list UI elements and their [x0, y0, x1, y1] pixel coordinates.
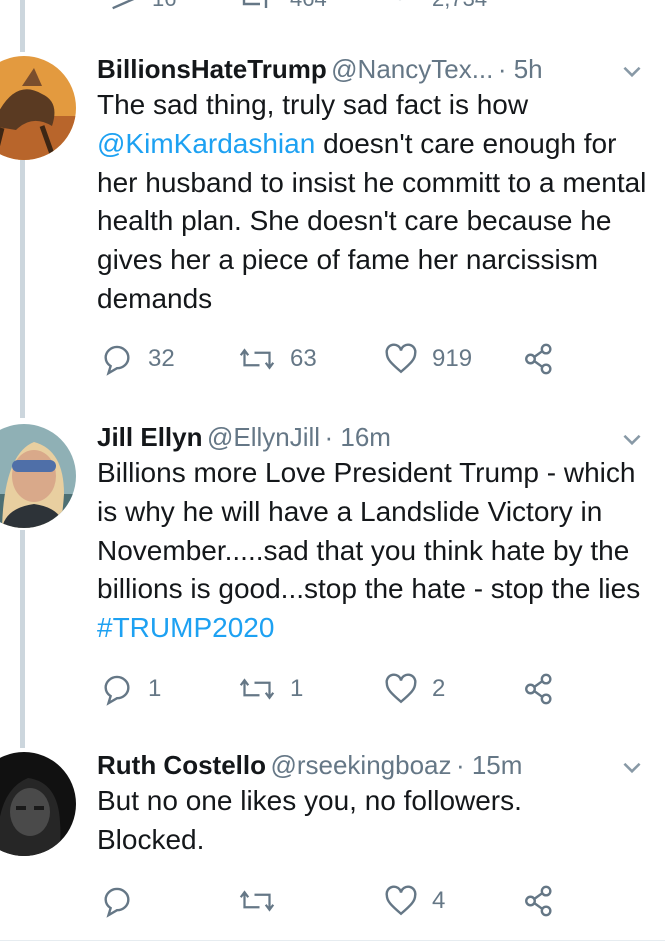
chevron-down-icon[interactable]: [619, 58, 645, 84]
display-name[interactable]: BillionsHateTrump: [97, 54, 327, 84]
retweet-button[interactable]: [238, 884, 290, 918]
retweet-icon: [238, 344, 276, 374]
tweet[interactable]: Ruth Costello @rseekingboaz · 15m But no…: [0, 748, 665, 938]
reply-icon: [100, 342, 134, 376]
reply-icon[interactable]: [108, 0, 136, 21]
like-icon: [384, 672, 418, 706]
reply-icon: [100, 672, 134, 706]
share-button[interactable]: [522, 884, 556, 918]
tweet-actions: 32 63 919: [100, 342, 570, 376]
tweet-header: Jill Ellyn @EllynJill · 16m: [97, 422, 645, 458]
retweet-icon[interactable]: [240, 0, 274, 21]
share-icon: [522, 342, 556, 376]
divider: [0, 940, 665, 941]
reply-button[interactable]: [100, 884, 148, 918]
display-name[interactable]: Jill Ellyn: [97, 422, 203, 452]
user-handle[interactable]: @EllynJill: [207, 422, 320, 452]
hashtag-link[interactable]: #TRUMP2020: [97, 612, 274, 643]
avatar[interactable]: [0, 424, 76, 528]
avatar[interactable]: [0, 752, 76, 856]
avatar[interactable]: [0, 56, 76, 160]
retweet-button[interactable]: 1: [238, 672, 303, 706]
display-name[interactable]: Ruth Costello: [97, 750, 266, 780]
thread-line: [20, 0, 25, 52]
like-count: 2: [432, 675, 446, 702]
like-button[interactable]: 919: [384, 342, 472, 376]
previous-tweet-actions: 16 464 2,734: [0, 0, 665, 11]
share-button[interactable]: [522, 672, 556, 706]
like-count: 919: [432, 345, 473, 372]
user-handle[interactable]: @NancyTex...: [331, 54, 493, 84]
retweet-count: 1: [290, 675, 304, 702]
retweet-button[interactable]: 63: [238, 342, 317, 376]
chevron-down-icon[interactable]: [619, 754, 645, 780]
reply-button[interactable]: 1: [100, 672, 161, 706]
chevron-down-icon[interactable]: [619, 426, 645, 452]
like-icon[interactable]: [386, 0, 414, 21]
share-icon: [522, 884, 556, 918]
mention-link[interactable]: @KimKardashian: [97, 128, 315, 159]
tweet-actions: 4: [100, 884, 570, 918]
retweet-count: 63: [290, 345, 317, 372]
retweet-icon: [238, 886, 276, 916]
tweet-text-part: Billions more Love President Trump - whi…: [97, 457, 641, 605]
reply-icon: [100, 884, 134, 918]
retweet-icon: [238, 674, 276, 704]
user-handle[interactable]: @rseekingboaz: [270, 750, 451, 780]
share-icon: [522, 672, 556, 706]
share-icon[interactable]: [536, 0, 558, 17]
share-button[interactable]: [522, 342, 556, 376]
reply-count: 1: [148, 675, 162, 702]
tweet-text: The sad thing, truly sad fact is how @Ki…: [97, 86, 652, 319]
timestamp[interactable]: · 15m: [456, 750, 522, 780]
tweet[interactable]: BillionsHateTrump @NancyTex... · 5h The …: [0, 52, 665, 402]
reply-count: 16: [152, 0, 176, 12]
timestamp[interactable]: · 16m: [324, 422, 390, 452]
retweet-count: 464: [290, 0, 327, 12]
like-count: 4: [432, 887, 446, 914]
tweet-text-part: The sad thing, truly sad fact is how: [97, 89, 529, 120]
tweet-text: But no one likes you, no followers. Bloc…: [97, 782, 567, 860]
tweet[interactable]: Jill Ellyn @EllynJill · 16m Billions mor…: [0, 420, 665, 750]
reply-count: 32: [148, 345, 175, 372]
tweet-header: Ruth Costello @rseekingboaz · 15m: [97, 750, 645, 786]
tweet-text: Billions more Love President Trump - whi…: [97, 454, 652, 648]
tweet-header: BillionsHateTrump @NancyTex... · 5h: [97, 54, 645, 90]
tweet-actions: 1 1 2: [100, 672, 570, 706]
reply-button[interactable]: 32: [100, 342, 175, 376]
like-icon: [384, 342, 418, 376]
like-icon: [384, 884, 418, 918]
tweet-text-part: But no one likes you, no followers. Bloc…: [97, 785, 522, 855]
timestamp[interactable]: · 5h: [498, 54, 543, 84]
like-button[interactable]: 2: [384, 672, 445, 706]
like-button[interactable]: 4: [384, 884, 445, 918]
like-count: 2,734: [432, 0, 487, 12]
